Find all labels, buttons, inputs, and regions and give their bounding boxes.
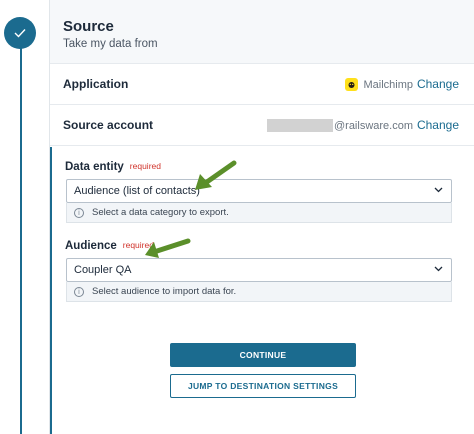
required-marker: required [129,161,161,171]
annotation-arrow-icon [145,238,191,258]
audience-hint: i Select audience to import data for. [66,282,452,302]
source-title: Source [63,18,114,35]
step-complete-indicator [4,17,36,49]
source-header: Source Take my data from [50,0,474,64]
entity-settings-section: Data entity required Audience (list of co… [50,147,474,434]
source-account-label: Source account [63,118,154,132]
audience-label: Audience required [65,240,154,252]
check-icon [14,29,26,38]
application-name: Mailchimp [363,78,413,91]
change-application-link[interactable]: Change [417,77,459,91]
info-icon: i [74,207,84,218]
info-icon: i [74,286,84,297]
mailchimp-logo-icon [345,78,359,91]
redacted-username [266,119,333,132]
audience-label-text: Audience [65,240,117,252]
data-entity-label: Data entity required [65,161,161,173]
audience-selected-value: Coupler QA [74,264,132,276]
account-domain: @railsware.com [333,119,413,132]
source-subtitle: Take my data from [63,38,158,50]
jump-to-destination-button[interactable]: JUMP TO DESTINATION SETTINGS [170,374,356,398]
application-row: Application Mailchimp Change [50,64,474,105]
data-entity-hint: i Select a data category to export. [66,203,452,223]
source-account-value: @railsware.com [266,119,413,132]
audience-select[interactable]: Coupler QA [66,258,452,282]
annotation-arrow-icon [195,160,237,190]
application-label: Application [63,77,129,91]
data-entity-label-text: Data entity [65,161,124,173]
chevron-down-icon [434,266,443,272]
change-account-link[interactable]: Change [417,118,459,132]
data-entity-hint-text: Select a data category to export. [92,207,229,218]
chevron-down-icon [434,187,443,193]
continue-button[interactable]: CONTINUE [170,343,356,367]
source-account-row: Source account @railsware.com Change [50,105,474,146]
stepper-rail [20,40,22,434]
audience-hint-text: Select audience to import data for. [92,286,237,297]
application-value: Mailchimp [345,78,413,91]
data-entity-select[interactable]: Audience (list of contacts) [66,179,452,203]
source-card: Source Take my data from Application Mai… [49,0,474,434]
data-entity-selected-value: Audience (list of contacts) [74,185,200,197]
